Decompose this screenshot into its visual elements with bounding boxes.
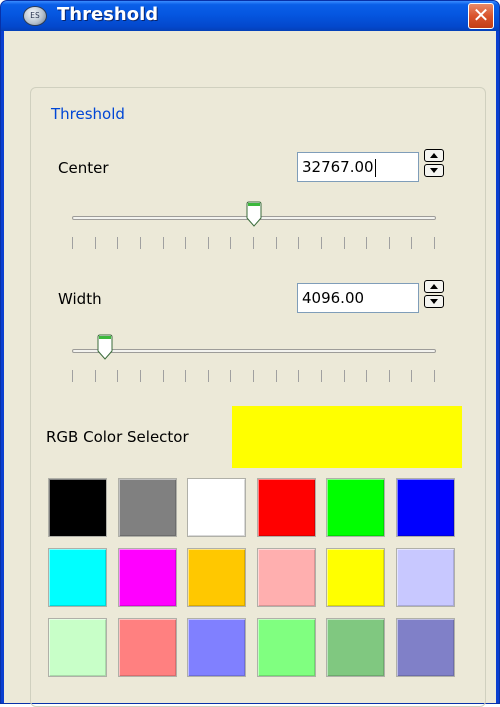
color-swatch[interactable] — [396, 548, 455, 607]
slider-tick-mark — [230, 370, 232, 382]
slider-tick-mark — [275, 370, 277, 382]
slider-tick-mark — [343, 370, 345, 382]
slider-tick-mark — [411, 237, 413, 249]
center-slider-ticks — [72, 237, 436, 249]
close-button[interactable]: ✕ — [468, 3, 494, 29]
color-swatch[interactable] — [187, 618, 246, 677]
slider-tick-mark — [366, 370, 368, 382]
slider-tick-mark — [94, 370, 96, 382]
slider-tick-mark — [117, 370, 119, 382]
color-swatch[interactable] — [396, 618, 455, 677]
text-caret — [374, 158, 376, 177]
slider-tick-mark — [162, 237, 164, 249]
color-swatch[interactable] — [187, 478, 246, 537]
slider-tick-mark — [434, 370, 435, 382]
slider-tick-mark — [388, 370, 390, 382]
width-slider-track[interactable] — [72, 349, 436, 353]
close-icon: ✕ — [472, 3, 490, 27]
title-bar[interactable]: ES Threshold ✕ — [1, 1, 499, 31]
color-swatch[interactable] — [396, 478, 455, 537]
spinner-up-icon[interactable] — [424, 280, 444, 293]
window-frame-right — [496, 31, 499, 703]
slider-tick-mark — [207, 237, 209, 249]
width-slider-ticks — [72, 370, 436, 382]
app-icon: ES — [23, 6, 47, 26]
color-swatch[interactable] — [257, 478, 316, 537]
width-label: Width — [58, 290, 102, 308]
slider-tick-mark — [207, 370, 209, 382]
center-input[interactable]: 32767.00 — [297, 152, 419, 182]
slider-tick-mark — [253, 237, 254, 249]
slider-tick-mark — [253, 370, 254, 382]
color-swatch[interactable] — [326, 478, 385, 537]
color-swatch[interactable] — [48, 548, 107, 607]
center-spinner[interactable] — [424, 149, 444, 177]
slider-tick-mark — [72, 237, 73, 249]
slider-tick-mark — [230, 237, 232, 249]
width-spinner[interactable] — [424, 280, 444, 308]
width-input-value: 4096.00 — [302, 289, 365, 307]
center-label: Center — [58, 159, 109, 177]
slider-tick-mark — [139, 237, 141, 249]
color-swatch[interactable] — [257, 548, 316, 607]
color-swatch[interactable] — [48, 618, 107, 677]
color-swatch[interactable] — [326, 618, 385, 677]
color-swatch[interactable] — [326, 548, 385, 607]
color-swatch[interactable] — [257, 618, 316, 677]
slider-tick-mark — [162, 370, 164, 382]
color-swatch[interactable] — [118, 548, 177, 607]
window-title: Threshold — [57, 4, 159, 25]
spinner-down-icon[interactable] — [424, 164, 444, 177]
slider-tick-mark — [343, 237, 345, 249]
slider-tick-mark — [411, 370, 413, 382]
center-input-value: 32767.00 — [302, 158, 374, 176]
width-slider-thumb[interactable] — [97, 334, 113, 360]
color-swatch[interactable] — [118, 478, 177, 537]
slider-tick-mark — [117, 237, 119, 249]
slider-tick-mark — [139, 370, 141, 382]
slider-tick-mark — [185, 370, 187, 382]
center-slider-thumb[interactable] — [246, 201, 262, 227]
slider-tick-mark — [185, 237, 187, 249]
spinner-up-icon[interactable] — [424, 149, 444, 162]
color-swatch[interactable] — [187, 548, 246, 607]
slider-tick-mark — [434, 237, 435, 249]
slider-tick-mark — [388, 237, 390, 249]
slider-tick-mark — [366, 237, 368, 249]
slider-tick-mark — [298, 237, 300, 249]
color-swatch[interactable] — [48, 478, 107, 537]
slider-tick-mark — [275, 237, 277, 249]
width-input[interactable]: 4096.00 — [297, 283, 419, 313]
slider-tick-mark — [72, 370, 73, 382]
selected-color-preview — [232, 406, 462, 468]
spinner-down-icon[interactable] — [424, 295, 444, 308]
slider-tick-mark — [298, 370, 300, 382]
slider-tick-mark — [320, 237, 322, 249]
slider-tick-mark — [94, 237, 96, 249]
slider-tick-mark — [320, 370, 322, 382]
groupbox-title: Threshold — [47, 105, 129, 123]
color-swatch[interactable] — [118, 618, 177, 677]
rgb-color-selector-label: RGB Color Selector — [46, 428, 189, 446]
